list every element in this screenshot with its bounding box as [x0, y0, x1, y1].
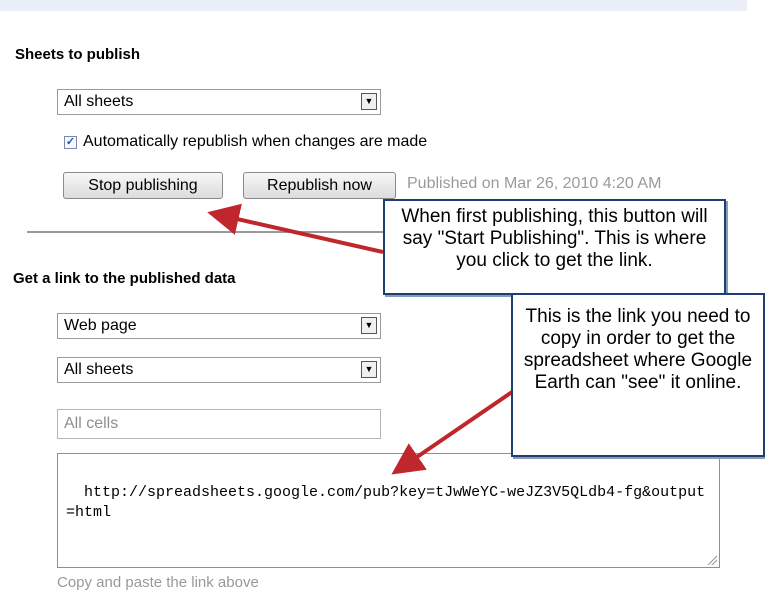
stop-publishing-button[interactable]: Stop publishing: [63, 172, 223, 199]
link-sheets-select-value: All sheets: [64, 361, 134, 378]
arrow-to-button: [207, 203, 384, 254]
button-note-callout: When first publishing, this button will …: [383, 199, 726, 295]
dropdown-arrow-icon[interactable]: ▼: [361, 93, 377, 110]
auto-republish-row[interactable]: ✓ Automatically republish when changes a…: [64, 133, 427, 151]
republish-now-button[interactable]: Republish now: [243, 172, 396, 199]
published-link-text: http://spreadsheets.google.com/pub?key=t…: [66, 484, 706, 521]
format-select-value: Web page: [64, 317, 137, 334]
published-status: Published on Mar 26, 2010 4:20 AM: [407, 175, 662, 192]
get-link-title: Get a link to the published data: [13, 270, 236, 287]
dropdown-arrow-icon[interactable]: ▼: [361, 361, 377, 378]
cells-input[interactable]: All cells: [57, 409, 381, 439]
format-select[interactable]: Web page ▼: [57, 313, 381, 339]
sheets-select[interactable]: All sheets ▼: [57, 89, 381, 115]
top-bar: [0, 0, 747, 11]
sheets-select-value: All sheets: [64, 93, 134, 110]
auto-republish-label: Automatically republish when changes are…: [83, 133, 428, 150]
link-sheets-select[interactable]: All sheets ▼: [57, 357, 381, 383]
link-note-callout: This is the link you need to copy in ord…: [511, 293, 765, 457]
copy-hint: Copy and paste the link above: [57, 574, 259, 591]
auto-republish-checkbox[interactable]: ✓: [64, 135, 77, 149]
resize-grip-icon[interactable]: [707, 555, 717, 565]
dropdown-arrow-icon[interactable]: ▼: [361, 317, 377, 334]
sheets-to-publish-title: Sheets to publish: [15, 46, 141, 63]
section-divider: [27, 231, 407, 233]
checkmark-icon: ✓: [65, 135, 76, 148]
published-link-textarea[interactable]: http://spreadsheets.google.com/pub?key=t…: [57, 453, 720, 568]
